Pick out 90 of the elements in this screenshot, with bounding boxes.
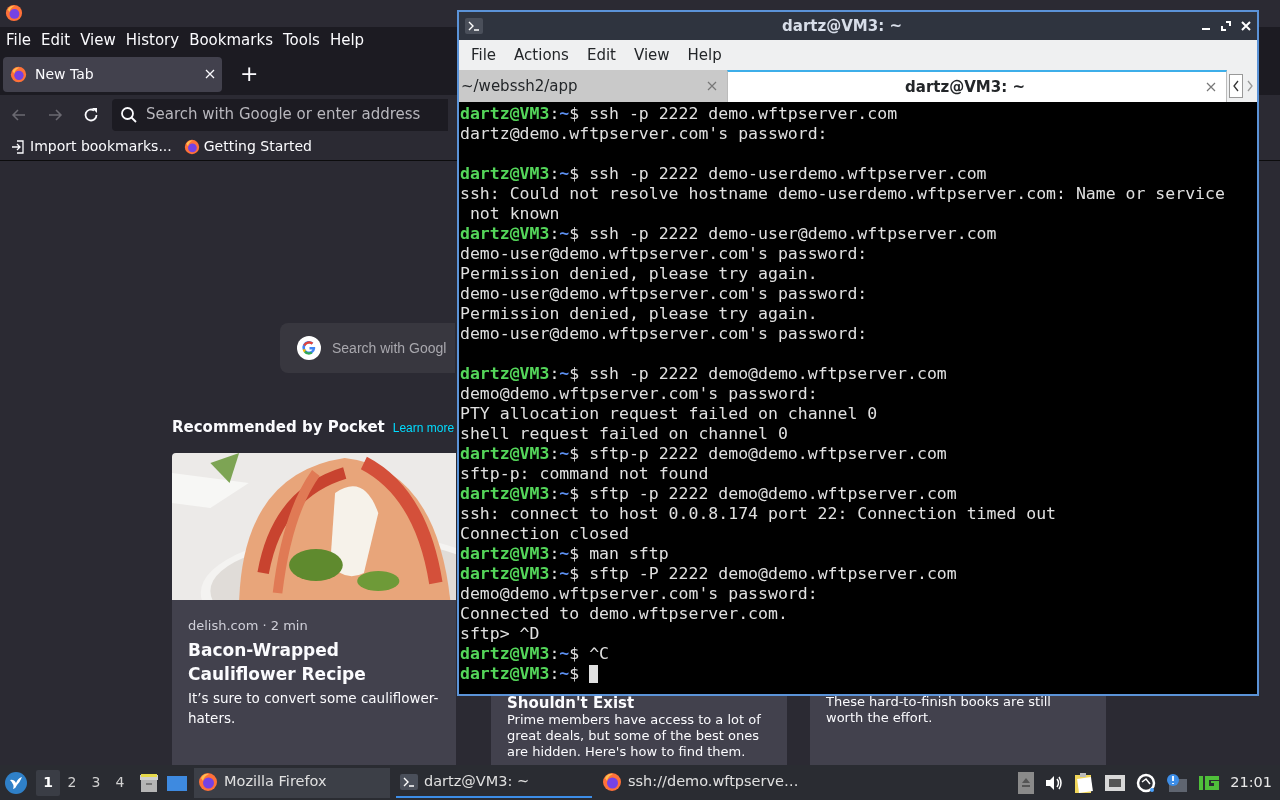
menu-item[interactable]: Help bbox=[325, 28, 369, 52]
terminal-line: Connected to demo.wftpserver.com. bbox=[460, 604, 788, 624]
article-title: Shouldn't Exist bbox=[507, 694, 636, 712]
terminal-line: dartz@VM3:~$ man sftp bbox=[460, 544, 669, 564]
terminal-line: dartz@VM3:~$ sftp-p 2222 demo@demo.wftpserver.com bbox=[460, 444, 947, 464]
google-g-icon bbox=[296, 335, 322, 361]
terminal-line: shell request failed on channel 0 bbox=[460, 424, 788, 444]
article-card[interactable]: Shouldn't Exist Prime members have access to a lot of great deals, but some of the best ones are hidden. Here's how to find them. bbox=[491, 694, 787, 765]
globe-fox-icon bbox=[602, 771, 622, 792]
terminal-line: dartz@VM3:~$ ^C bbox=[460, 644, 610, 664]
terminal-line: dartz@VM3:~$ ssh -p 2222 demo-userdemo.wftpserver.com bbox=[460, 164, 987, 184]
menu-item[interactable]: Edit bbox=[578, 43, 624, 67]
clipboard-icon[interactable] bbox=[1074, 771, 1095, 794]
scroll-left-icon[interactable] bbox=[1229, 74, 1243, 98]
notification-icon[interactable] bbox=[1166, 772, 1189, 793]
globe-fox-icon bbox=[183, 139, 200, 155]
eject-icon[interactable] bbox=[1018, 771, 1035, 794]
terminal-line: dartz@VM3:~$ bbox=[460, 664, 580, 684]
start-menu-icon[interactable] bbox=[4, 770, 28, 795]
terminal-line: Connection closed bbox=[460, 524, 629, 544]
learn-more-link[interactable]: Learn more bbox=[392, 419, 455, 437]
menu-item[interactable]: File bbox=[2, 28, 36, 52]
terminal-line: demo-user@demo.wftpserver.com's password: bbox=[460, 284, 868, 304]
terminal-line: ssh: connect to host 0.0.8.174 port 22: Connection timed out bbox=[460, 504, 1057, 524]
section-heading: Recommended by Pocket bbox=[172, 417, 385, 438]
workspace-button[interactable]: 3 bbox=[84, 769, 108, 796]
menu-item[interactable]: File bbox=[463, 43, 505, 67]
menu-item[interactable]: View bbox=[625, 43, 678, 67]
article-excerpt: These hard-to-finish books are still worth the effort. bbox=[826, 694, 1052, 726]
terminal-line: Permission denied, please try again. bbox=[460, 304, 818, 324]
menu-item[interactable]: History bbox=[121, 28, 184, 52]
network-port-icon[interactable] bbox=[1104, 773, 1127, 792]
terminal-tab[interactable]: ~/webssh2/app bbox=[459, 70, 727, 102]
terminal-line: sftp-p: command not found bbox=[460, 464, 709, 484]
menu-item[interactable]: View bbox=[76, 28, 120, 52]
tab-title: New Tab bbox=[35, 64, 95, 84]
file-cabinet-icon[interactable] bbox=[138, 771, 160, 794]
article-source: delish.com · 2 min bbox=[188, 617, 309, 635]
bookmark-link[interactable]: Import bookmarks... bbox=[10, 136, 172, 158]
menu-item[interactable]: Actions bbox=[506, 43, 577, 67]
workspace-button[interactable]: 4 bbox=[108, 769, 132, 796]
clock: 21:01 bbox=[1230, 772, 1272, 792]
terminal-icon bbox=[400, 773, 418, 790]
menu-item[interactable]: Edit bbox=[37, 28, 75, 52]
terminal-line: Permission denied, please try again. bbox=[460, 264, 818, 284]
terminal-tab[interactable]: dartz@VM3: ~ bbox=[727, 70, 1227, 102]
search-icon bbox=[120, 105, 138, 124]
article-title: Bacon-Wrapped Cauliflower Recipe bbox=[188, 639, 367, 686]
tab-title: ~/webssh2/app bbox=[461, 75, 579, 97]
article-card[interactable]: These hard-to-finish books are still worth the effort. bbox=[810, 694, 1106, 765]
maximize-icon[interactable] bbox=[1221, 21, 1231, 31]
search-input[interactable]: Search with Googl bbox=[332, 337, 452, 359]
terminal-icon bbox=[465, 18, 483, 34]
menu-item[interactable]: Help bbox=[679, 43, 730, 67]
workspace-button[interactable]: 2 bbox=[60, 769, 84, 796]
import-icon bbox=[10, 139, 26, 155]
browser-tab[interactable]: New Tab bbox=[3, 56, 222, 92]
menu-item[interactable]: Tools bbox=[278, 28, 324, 52]
terminal-line: PTY allocation request failed on channel 0 bbox=[460, 404, 878, 424]
terminal-line: demo@demo.wftpserver.com's password: bbox=[460, 584, 818, 604]
taskbar-button[interactable]: Mozilla Firefox bbox=[194, 767, 390, 798]
terminal-line: dartz@demo.wftpserver.com's password: bbox=[460, 124, 828, 144]
globe-fox-icon bbox=[198, 771, 218, 792]
globe-fox-icon bbox=[10, 65, 27, 83]
terminal-line: demo-user@demo.wftpserver.com's password: bbox=[460, 244, 868, 264]
search-field[interactable]: Search with Googl bbox=[280, 323, 455, 373]
terminal-line: dartz@VM3:~$ ssh -p 2222 demo@demo.wftpserver.com bbox=[460, 364, 947, 384]
bookmark-link[interactable]: Getting Started bbox=[183, 136, 312, 158]
terminal-line: dartz@VM3:~$ ssh -p 2222 demo.wftpserver.com bbox=[460, 104, 898, 124]
terminal-line: demo-user@demo.wftpserver.com's password: bbox=[460, 324, 868, 344]
article-excerpt: It’s sure to convert some cauliflower-haters. bbox=[188, 689, 440, 728]
globe-fox-icon bbox=[5, 4, 23, 23]
menu-item[interactable]: Bookmarks bbox=[185, 28, 277, 52]
article-card[interactable]: delish.com · 2 min Bacon-Wrapped Cauliflower Recipe It’s sure to convert some cauliflower-haters. bbox=[172, 453, 456, 765]
sync-icon[interactable] bbox=[1136, 772, 1157, 793]
terminal-line: sftp> ^D bbox=[460, 624, 540, 644]
article-excerpt: Prime members have access to a lot of great deals, but some of the best ones are hidden. Here's how to find them. bbox=[507, 712, 762, 760]
address-bar[interactable]: Search with Google or enter address bbox=[112, 98, 448, 131]
terminal-line: ssh: Could not resolve hostname demo-userdemo.wftpserver.com: Name or service bbox=[460, 184, 1225, 204]
terminal-line: demo@demo.wftpserver.com's password: bbox=[460, 384, 818, 404]
tab-title: dartz@VM3: ~ bbox=[904, 76, 1026, 98]
workspace-button[interactable]: 1 bbox=[36, 769, 60, 796]
window-title: dartz@VM3: ~ bbox=[781, 15, 903, 37]
new-tab-button[interactable]: + bbox=[240, 63, 259, 86]
terminal-line: dartz@VM3:~$ sftp -P 2222 demo@demo.wftpserver.com bbox=[460, 564, 957, 584]
terminal-line: dartz@VM3:~$ ssh -p 2222 demo-user@demo.wftpserver.com bbox=[460, 224, 997, 244]
terminal-line: dartz@VM3:~$ sftp -p 2222 demo@demo.wftpserver.com bbox=[460, 484, 957, 504]
reload-icon[interactable] bbox=[82, 105, 100, 124]
taskbar-button[interactable]: dartz@VM3: ~ bbox=[396, 767, 592, 798]
terminal-line: not known bbox=[468, 204, 560, 224]
